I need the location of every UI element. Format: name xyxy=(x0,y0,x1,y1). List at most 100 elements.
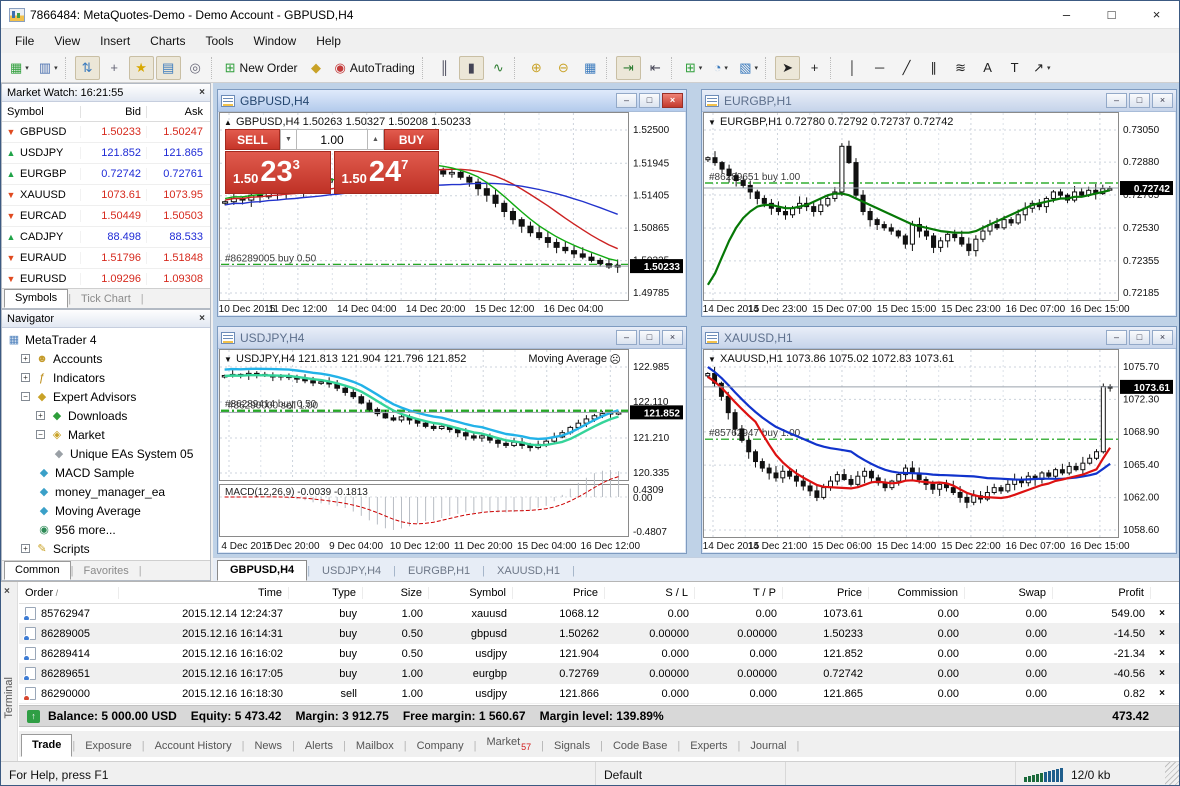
expand-icon[interactable]: + xyxy=(36,411,45,420)
chart-restore-button[interactable]: □ xyxy=(1129,330,1150,345)
order-row-86290000[interactable]: 86290000 2015.12.16 16:18:30 sell 1.00 usdjp… xyxy=(19,684,1179,704)
navigator-item-accounts[interactable]: + ☻ Accounts xyxy=(2,349,210,368)
terminal-tab-alerts[interactable]: Alerts xyxy=(295,736,343,757)
volume-input[interactable]: 1.00 xyxy=(297,129,367,150)
orders-column-t-p[interactable]: T / P xyxy=(695,586,783,599)
terminal-tab-mailbox[interactable]: Mailbox xyxy=(346,736,404,757)
terminal-tab-company[interactable]: Company xyxy=(407,736,474,757)
vertical-line-button[interactable]: │ xyxy=(840,56,865,80)
candlestick-mode[interactable]: ▮ xyxy=(458,55,484,80)
minimize-button[interactable]: – xyxy=(1044,1,1089,28)
close-order-icon[interactable]: × xyxy=(1151,608,1173,619)
navigator-item-scripts[interactable]: + ✎ Scripts xyxy=(2,539,210,558)
market-watch-toggle[interactable]: ⇅ xyxy=(74,55,100,80)
navigator-item-moving-average[interactable]: ◆ Moving Average xyxy=(2,501,210,520)
navigator-tab-favorites[interactable]: Favorites xyxy=(73,563,138,580)
navigator-item-956-more-[interactable]: ◉ 956 more... xyxy=(2,520,210,539)
orders-column-price[interactable]: Price xyxy=(513,586,605,599)
collapse-icon[interactable]: − xyxy=(36,430,45,439)
market-watch-row-euraud[interactable]: ▼ EURAUD 1.51796 1.51848 xyxy=(2,248,210,269)
close-button[interactable]: × xyxy=(1134,1,1179,28)
profiles[interactable]: ▥ ▾ xyxy=(35,56,62,80)
orders-column-commission[interactable]: Commission xyxy=(869,586,965,599)
navigator-toggle[interactable]: ★ xyxy=(128,55,154,80)
menu-view[interactable]: View xyxy=(44,31,90,51)
status-profile[interactable]: Default xyxy=(595,762,785,785)
volume-increase-button[interactable]: ▲ xyxy=(367,129,384,150)
terminal-tab-signals[interactable]: Signals xyxy=(544,736,600,757)
orders-column-type[interactable]: Type xyxy=(289,586,363,599)
xauusd-chart-canvas[interactable]: 1075.70 1072.30 1068.90 1065.40 1062.00 1058.… xyxy=(703,349,1175,552)
horizontal-line-button[interactable]: ─ xyxy=(867,56,892,80)
close-order-icon[interactable]: × xyxy=(1151,648,1173,659)
market-watch-row-cadjpy[interactable]: ▲ CADJPY 88.498 88.533 xyxy=(2,227,210,248)
terminal-toggle[interactable]: ▤ xyxy=(155,55,181,80)
market-watch-row-eurgbp[interactable]: ▲ EURGBP 0.72742 0.72761 xyxy=(2,164,210,185)
menu-charts[interactable]: Charts xyxy=(140,31,195,51)
navigator-item-macd-sample[interactable]: ◆ MACD Sample xyxy=(2,463,210,482)
line-chart-mode[interactable]: ∿ xyxy=(486,56,511,80)
fibonacci-button[interactable]: ≋ xyxy=(948,56,973,80)
maximize-button[interactable]: □ xyxy=(1089,1,1134,28)
expand-icon[interactable]: + xyxy=(21,354,30,363)
order-row-86289005[interactable]: 86289005 2015.12.16 16:14:31 buy 0.50 gbpusd… xyxy=(19,624,1179,644)
navigator-item-indicators[interactable]: + ƒ Indicators xyxy=(2,368,210,387)
buy-button[interactable]: BUY xyxy=(384,129,439,150)
terminal-tab-code-base[interactable]: Code Base xyxy=(603,736,677,757)
chart-tab-xauusd-h1[interactable]: XAUUSD,H1 xyxy=(485,562,572,581)
chart-minimize-button[interactable]: – xyxy=(616,330,637,345)
chart-close-button[interactable]: × xyxy=(662,330,683,345)
terminal-tab-market[interactable]: Market 57 xyxy=(477,732,542,757)
chart-tab-gbpusd-h4[interactable]: GBPUSD,H4 xyxy=(217,560,308,581)
volume-decrease-button[interactable]: ▼ xyxy=(280,129,297,150)
market-watch-tab-tick-chart[interactable]: Tick Chart xyxy=(71,291,141,308)
menu-file[interactable]: File xyxy=(5,31,44,51)
collapse-icon[interactable]: − xyxy=(21,392,30,401)
terminal-tab-account-history[interactable]: Account History xyxy=(145,736,242,757)
market-watch-close-icon[interactable]: × xyxy=(199,87,205,98)
orders-column-symbol[interactable]: Symbol xyxy=(429,586,513,599)
chart-minimize-button[interactable]: – xyxy=(1106,330,1127,345)
market-watch-row-usdjpy[interactable]: ▲ USDJPY 121.852 121.865 xyxy=(2,143,210,164)
orders-column-time[interactable]: Time xyxy=(119,586,289,599)
tile-windows-button[interactable]: ▦ xyxy=(578,56,603,80)
chart-tab-eurgbp-h1[interactable]: EURGBP,H1 xyxy=(396,562,482,581)
data-window-toggle[interactable]: + xyxy=(102,56,127,80)
terminal-close-icon[interactable]: × xyxy=(4,586,10,597)
chart-close-button[interactable]: × xyxy=(1152,330,1173,345)
new-chart[interactable]: ▦ ▾ xyxy=(6,56,33,80)
market-watch-tab-symbols[interactable]: Symbols xyxy=(4,289,69,308)
navigator-item-metatrader-4[interactable]: ▦ MetaTrader 4 xyxy=(2,330,210,349)
navigator-tab-common[interactable]: Common xyxy=(4,561,71,580)
text-button[interactable]: A xyxy=(975,56,1000,80)
chart-plot-eurgbp[interactable]: 0.730500.728800.727050.725300.723550.721… xyxy=(703,112,1175,315)
expand-icon[interactable]: + xyxy=(21,373,30,382)
orders-column-s-l[interactable]: S / L xyxy=(605,586,695,599)
chart-minimize-button[interactable]: – xyxy=(616,93,637,108)
terminal-tab-journal[interactable]: Journal xyxy=(740,736,796,757)
chart-window-gbpusd-titlebar[interactable]: GBPUSD,H4 – □ × xyxy=(218,90,686,112)
close-order-icon[interactable]: × xyxy=(1151,688,1173,699)
periods-button[interactable]: ◔ ▾ xyxy=(708,56,733,80)
menu-insert[interactable]: Insert xyxy=(90,31,140,51)
navigator-item-money-manager-ea[interactable]: ◆ money_manager_ea xyxy=(2,482,210,501)
zoom-out-button[interactable]: ⊖ xyxy=(551,56,576,80)
order-row-86289651[interactable]: 86289651 2015.12.16 16:17:05 buy 1.00 eurgbp… xyxy=(19,664,1179,684)
chart-tab-usdjpy-h4[interactable]: USDJPY,H4 xyxy=(310,562,393,581)
cursor-button[interactable]: ➤ xyxy=(775,55,801,80)
strategy-tester-toggle[interactable]: ◎ xyxy=(183,56,208,80)
gbpusd-chart-canvas[interactable]: SELL ▼ 1.00 ▲ BUY 1.50 23 3 1.50 24 7 1.… xyxy=(219,112,685,315)
templates-button[interactable]: ▧ ▾ xyxy=(735,56,762,80)
text-label-button[interactable]: T xyxy=(1002,56,1027,80)
chart-plot-usdjpy[interactable]: 122.985122.110121.210120.3354 Dec 20157 … xyxy=(219,349,685,552)
chart-window-eurgbp-titlebar[interactable]: EURGBP,H1 – □ × xyxy=(702,90,1176,112)
terminal-tab-experts[interactable]: Experts xyxy=(680,736,737,757)
market-watch-row-xauusd[interactable]: ▼ XAUUSD 1073.61 1073.95 xyxy=(2,185,210,206)
orders-column-price[interactable]: Price xyxy=(783,586,869,599)
orders-column-size[interactable]: Size xyxy=(363,586,429,599)
auto-scroll-toggle[interactable]: ⇥ xyxy=(615,55,641,80)
chart-window-xauusd-titlebar[interactable]: XAUUSD,H1 – □ × xyxy=(702,327,1176,349)
close-order-icon[interactable]: × xyxy=(1151,668,1173,679)
resize-grip[interactable] xyxy=(1165,762,1179,785)
terminal-tab-news[interactable]: News xyxy=(244,736,292,757)
